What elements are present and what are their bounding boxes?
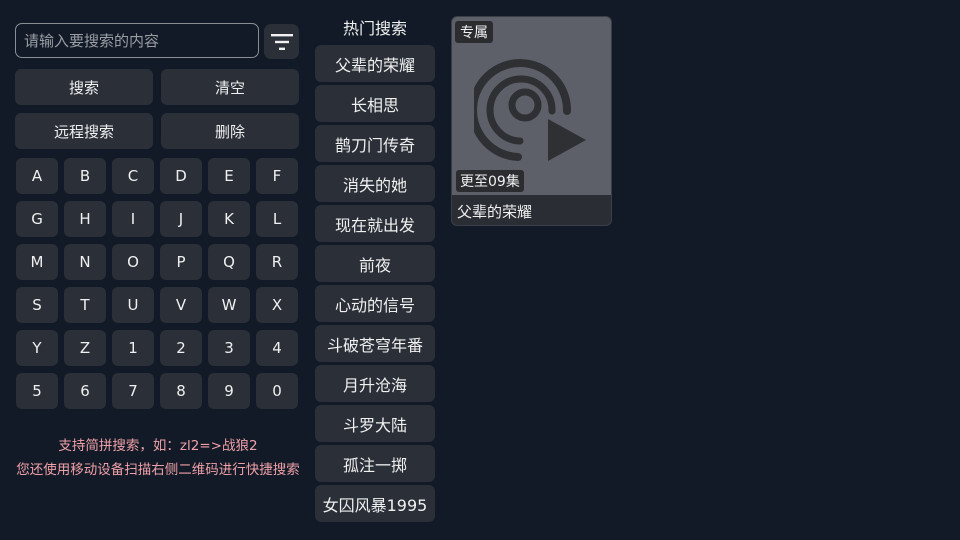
- tip-line-2: 您还使用移动设备扫描右侧二维码进行快捷搜索: [16, 462, 300, 478]
- key-7[interactable]: 7: [112, 373, 154, 409]
- clear-button[interactable]: 清空: [161, 69, 299, 105]
- key-8[interactable]: 8: [160, 373, 202, 409]
- key-1[interactable]: 1: [112, 330, 154, 366]
- search-tip: 支持简拼搜索，如：zl2=>战狼2 您还使用移动设备扫描右侧二维码进行快捷搜索: [10, 434, 306, 482]
- hot-search-item[interactable]: 长相思: [315, 85, 435, 122]
- key-c[interactable]: C: [112, 158, 154, 194]
- search-button[interactable]: 搜索: [15, 69, 153, 105]
- delete-button[interactable]: 删除: [161, 113, 299, 149]
- hot-search-item[interactable]: 斗罗大陆: [315, 405, 435, 442]
- key-y[interactable]: Y: [16, 330, 58, 366]
- remote-search-button[interactable]: 远程搜索: [15, 113, 153, 149]
- key-l[interactable]: L: [256, 201, 298, 237]
- key-h[interactable]: H: [64, 201, 106, 237]
- hot-search-item[interactable]: 现在就出发: [315, 205, 435, 242]
- key-3[interactable]: 3: [208, 330, 250, 366]
- key-0[interactable]: 0: [256, 373, 298, 409]
- search-page: 搜索 清空 远程搜索 删除 A B C D E F G H I J K L M …: [0, 0, 960, 540]
- hot-search-item[interactable]: 女囚风暴1995: [315, 485, 435, 522]
- exclusive-badge: 专属: [455, 21, 493, 43]
- hot-search-item[interactable]: 父辈的荣耀: [315, 45, 435, 82]
- key-j[interactable]: J: [160, 201, 202, 237]
- key-5[interactable]: 5: [16, 373, 58, 409]
- hot-search-item[interactable]: 鹊刀门传奇: [315, 125, 435, 162]
- key-v[interactable]: V: [160, 287, 202, 323]
- key-k[interactable]: K: [208, 201, 250, 237]
- key-x[interactable]: X: [256, 287, 298, 323]
- key-a[interactable]: A: [16, 158, 58, 194]
- hot-search-title: 热门搜索: [342, 19, 407, 38]
- key-4[interactable]: 4: [256, 330, 298, 366]
- hot-search-item[interactable]: 孤注一掷: [315, 445, 435, 482]
- key-6[interactable]: 6: [64, 373, 106, 409]
- tip-line-1: 支持简拼搜索，如：zl2=>战狼2: [58, 438, 258, 454]
- hot-search-item[interactable]: 月升沧海: [315, 365, 435, 402]
- search-input[interactable]: [15, 23, 259, 58]
- key-w[interactable]: W: [208, 287, 250, 323]
- key-u[interactable]: U: [112, 287, 154, 323]
- poster-placeholder: 专属 更至09集: [452, 17, 611, 195]
- filter-button[interactable]: [264, 24, 299, 59]
- keyboard-grid: A B C D E F G H I J K L M N O P Q R S T …: [16, 158, 298, 409]
- key-m[interactable]: M: [16, 244, 58, 280]
- key-t[interactable]: T: [64, 287, 106, 323]
- key-p[interactable]: P: [160, 244, 202, 280]
- key-z[interactable]: Z: [64, 330, 106, 366]
- hot-search-item[interactable]: 斗破苍穹年番: [315, 325, 435, 362]
- key-o[interactable]: O: [112, 244, 154, 280]
- result-card[interactable]: 专属 更至09集 父辈的荣耀: [451, 16, 612, 226]
- key-e[interactable]: E: [208, 158, 250, 194]
- key-f[interactable]: F: [256, 158, 298, 194]
- hot-search-item[interactable]: 消失的她: [315, 165, 435, 202]
- key-9[interactable]: 9: [208, 373, 250, 409]
- episode-update-badge: 更至09集: [456, 170, 524, 192]
- key-b[interactable]: B: [64, 158, 106, 194]
- key-d[interactable]: D: [160, 158, 202, 194]
- hot-search-item[interactable]: 前夜: [315, 245, 435, 282]
- hot-search-item[interactable]: 心动的信号: [315, 285, 435, 322]
- key-s[interactable]: S: [16, 287, 58, 323]
- key-q[interactable]: Q: [208, 244, 250, 280]
- key-i[interactable]: I: [112, 201, 154, 237]
- result-title: 父辈的荣耀: [457, 203, 533, 221]
- key-g[interactable]: G: [16, 201, 58, 237]
- key-2[interactable]: 2: [160, 330, 202, 366]
- filter-icon: [270, 33, 293, 50]
- vinyl-play-icon: [474, 59, 586, 161]
- key-r[interactable]: R: [256, 244, 298, 280]
- hot-search-list: 父辈的荣耀 长相思 鹊刀门传奇 消失的她 现在就出发 前夜 心动的信号 斗破苍穹…: [315, 45, 435, 522]
- key-n[interactable]: N: [64, 244, 106, 280]
